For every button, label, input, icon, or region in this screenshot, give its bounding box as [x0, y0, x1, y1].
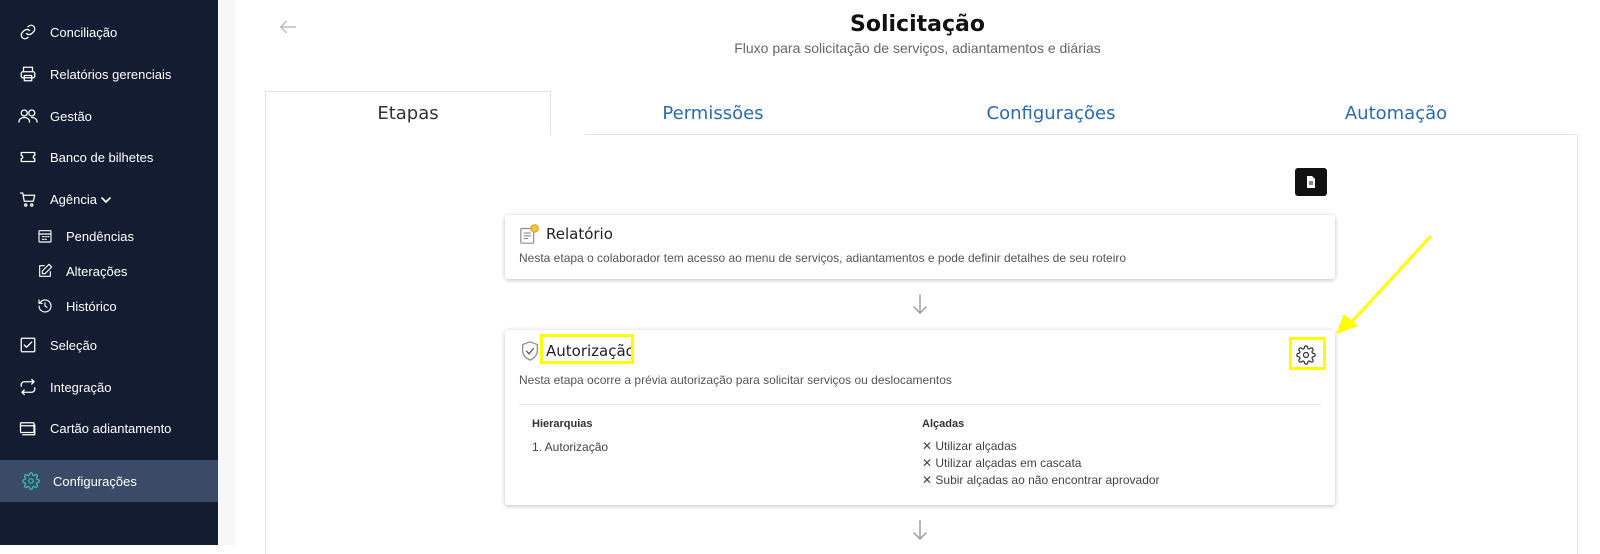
sidebar-item-label: Banco de bilhetes — [50, 149, 154, 165]
link-icon — [18, 22, 38, 42]
alcada-label: Utilizar alçadas — [935, 439, 1017, 453]
sidebar-item-pendencias[interactable]: Pendências — [0, 216, 218, 256]
alcada-item: ✕ Subir alçadas ao não encontrar aprovad… — [922, 473, 1160, 487]
x-icon: ✕ — [922, 439, 936, 453]
annotation-arrow — [1336, 234, 1433, 334]
step-description: Nesta etapa o colaborador tem acesso ao … — [519, 251, 1127, 265]
tab-automacao[interactable]: Automação — [1227, 91, 1565, 135]
sidebar-item-conciliacao[interactable]: Conciliação — [0, 12, 218, 52]
x-icon: ✕ — [922, 473, 936, 487]
sidebar-item-label: Seleção — [50, 337, 97, 353]
highlight-title — [540, 334, 634, 364]
sidebar-item-gestao[interactable]: Gestão — [0, 96, 218, 136]
repeat-icon — [18, 377, 38, 397]
sidebar-item-label: Histórico — [66, 298, 117, 314]
sidebar-item-historico[interactable]: Histórico — [0, 286, 218, 326]
tab-etapas[interactable]: Etapas — [265, 91, 551, 135]
sidebar-item-agencia[interactable]: Agência — [0, 179, 218, 219]
tab-bar: Etapas Permissões Configurações Automaçã… — [265, 91, 1565, 135]
alcada-label: Subir alçadas ao não encontrar aprovador — [935, 473, 1160, 487]
cart-icon — [18, 189, 38, 209]
tab-permissoes[interactable]: Permissões — [551, 91, 875, 135]
edit-icon — [36, 261, 54, 281]
card-divider — [519, 404, 1321, 405]
sidebar-item-relatorios[interactable]: Relatórios gerenciais — [0, 54, 218, 94]
page-subtitle: Fluxo para solicitação de serviços, adia… — [734, 40, 1101, 56]
printer-icon — [18, 64, 38, 84]
hierarquias-heading: Hierarquias — [532, 418, 593, 430]
document-button[interactable] — [1295, 168, 1327, 196]
step-description: Nesta etapa ocorre a prévia autorização … — [519, 373, 952, 387]
history-icon — [36, 296, 54, 316]
sidebar-item-label: Conciliação — [50, 24, 118, 40]
sidebar-gutter — [218, 0, 235, 545]
sidebar-item-label: Gestão — [50, 108, 92, 124]
sidebar-item-label: Relatórios gerenciais — [50, 66, 172, 82]
alcada-label: Utilizar alçadas em cascata — [935, 456, 1082, 470]
sidebar-item-banco-bilhetes[interactable]: Banco de bilhetes — [0, 137, 218, 177]
sidebar-item-label: Pendências — [66, 228, 134, 244]
document-icon — [1307, 176, 1315, 188]
gear-icon — [21, 471, 41, 491]
step-card-relatorio: Relatório Nesta etapa o colaborador tem … — [505, 215, 1335, 279]
alcadas-heading: Alçadas — [922, 418, 965, 430]
step-title: Relatório — [546, 225, 613, 243]
users-icon — [18, 106, 38, 126]
chevron-down-icon — [101, 192, 111, 207]
sidebar-item-label: Configurações — [53, 473, 137, 489]
calendar-icon — [36, 226, 54, 246]
sidebar-item-alteracoes[interactable]: Alterações — [0, 251, 218, 291]
tab-configuracoes[interactable]: Configurações — [875, 91, 1227, 135]
highlight-gear — [1289, 337, 1326, 370]
report-icon — [519, 223, 541, 245]
step-card-autorizacao: Autorização Nesta etapa ocorre a prévia … — [505, 330, 1335, 505]
sidebar: Conciliação Relatórios gerenciais Gestão… — [0, 0, 218, 545]
sidebar-item-integracao[interactable]: Integração — [0, 367, 218, 407]
x-icon: ✕ — [922, 456, 936, 470]
page-title: Solicitação — [850, 12, 985, 37]
sidebar-item-configuracoes[interactable]: Configurações — [0, 460, 218, 502]
alcada-item: ✕ Utilizar alçadas em cascata — [922, 456, 1081, 470]
sidebar-item-label: Agência — [50, 191, 97, 207]
sidebar-item-label: Alterações — [66, 263, 128, 279]
sidebar-item-label: Cartão adiantamento — [50, 420, 172, 436]
sidebar-item-label: Integração — [50, 379, 112, 395]
sidebar-item-cartao-adiantamento[interactable]: Cartão adiantamento — [0, 408, 218, 448]
ticket-icon — [18, 147, 38, 167]
sidebar-item-selecao[interactable]: Seleção — [0, 325, 218, 365]
card-icon — [18, 418, 38, 438]
checkbox-icon — [18, 335, 38, 355]
hierarquia-item: 1. Autorização — [532, 440, 609, 454]
shield-check-icon — [519, 340, 541, 362]
arrow-down-icon — [912, 519, 928, 541]
arrow-down-icon — [912, 293, 928, 315]
alcada-item: ✕ Utilizar alçadas — [922, 439, 1017, 453]
